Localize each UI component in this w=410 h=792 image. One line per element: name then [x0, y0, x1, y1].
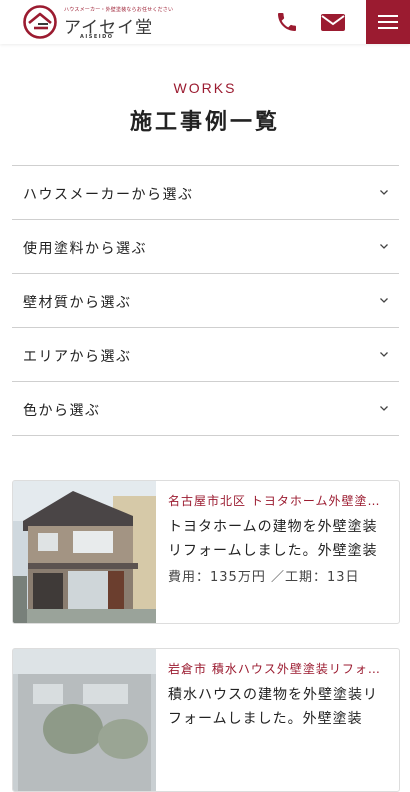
filter-label: 壁材質から選ぶ	[23, 295, 132, 311]
filter-accordion: ハウスメーカーから選ぶ 使用塗料から選ぶ 壁材質から選ぶ エリアから選ぶ 色から…	[12, 165, 399, 436]
card-meta: 費用：135万円 ／工期：13日	[168, 570, 360, 585]
card-description: 積水ハウスの建物を外壁塗装リフォームしました。外壁塗装	[168, 687, 378, 727]
hamburger-icon-line	[378, 27, 398, 29]
chevron-down-icon	[380, 190, 388, 195]
section-eyebrow: WORKS	[173, 80, 237, 96]
hamburger-menu-button[interactable]	[366, 0, 410, 44]
hamburger-icon-line	[378, 21, 398, 23]
chevron-down-icon	[380, 298, 388, 303]
phone-icon[interactable]	[274, 10, 300, 34]
site-logo[interactable]: ハウスメーカー・外壁塗装ならお任せください アイセイ堂 AISEIDO	[22, 4, 173, 40]
card-description: トヨタホームの建物を外壁塗装リフォームしました。外壁塗装	[168, 519, 378, 559]
chevron-down-icon	[380, 244, 388, 249]
mail-icon[interactable]	[320, 10, 346, 34]
chevron-down-icon	[380, 406, 388, 411]
logo-tagline: ハウスメーカー・外壁塗装ならお任せください	[64, 7, 174, 13]
filter-house-maker[interactable]: ハウスメーカーから選ぶ	[12, 166, 399, 220]
filter-label: 色から選ぶ	[23, 403, 101, 419]
works-card[interactable]: 名古屋市北区 トヨタホーム外壁塗装リフォーム トヨタホームの建物を外壁塗装リフォ…	[12, 480, 400, 624]
chevron-down-icon	[380, 352, 388, 357]
filter-paint[interactable]: 使用塗料から選ぶ	[12, 220, 399, 274]
filter-label: エリアから選ぶ	[23, 349, 132, 365]
filter-area[interactable]: エリアから選ぶ	[12, 328, 399, 382]
filter-label: ハウスメーカーから選ぶ	[23, 187, 194, 203]
card-category: 名古屋市北区 トヨタホーム外壁塗装リフォーム	[168, 494, 392, 508]
card-text: 岩倉市 積水ハウス外壁塗装リフォーム 積水ハウスの建物を外壁塗装リフォームしまし…	[168, 659, 392, 735]
card-category: 岩倉市 積水ハウス外壁塗装リフォーム	[168, 662, 392, 676]
house-photo	[13, 649, 156, 791]
aiseido-logo-icon	[23, 5, 57, 39]
page-title: 施工事例一覧	[129, 110, 280, 135]
site-header: ハウスメーカー・外壁塗装ならお任せください アイセイ堂 AISEIDO	[0, 0, 410, 44]
logo-subtitle: AISEIDO	[80, 34, 114, 40]
filter-label: 使用塗料から選ぶ	[23, 241, 147, 257]
filter-wall-material[interactable]: 壁材質から選ぶ	[12, 274, 399, 328]
works-card[interactable]: 岩倉市 積水ハウス外壁塗装リフォーム 積水ハウスの建物を外壁塗装リフォームしまし…	[12, 648, 400, 792]
card-text: 名古屋市北区 トヨタホーム外壁塗装リフォーム トヨタホームの建物を外壁塗装リフォ…	[168, 491, 392, 589]
house-photo	[13, 481, 156, 623]
hamburger-icon	[378, 15, 398, 17]
filter-color[interactable]: 色から選ぶ	[12, 382, 399, 436]
